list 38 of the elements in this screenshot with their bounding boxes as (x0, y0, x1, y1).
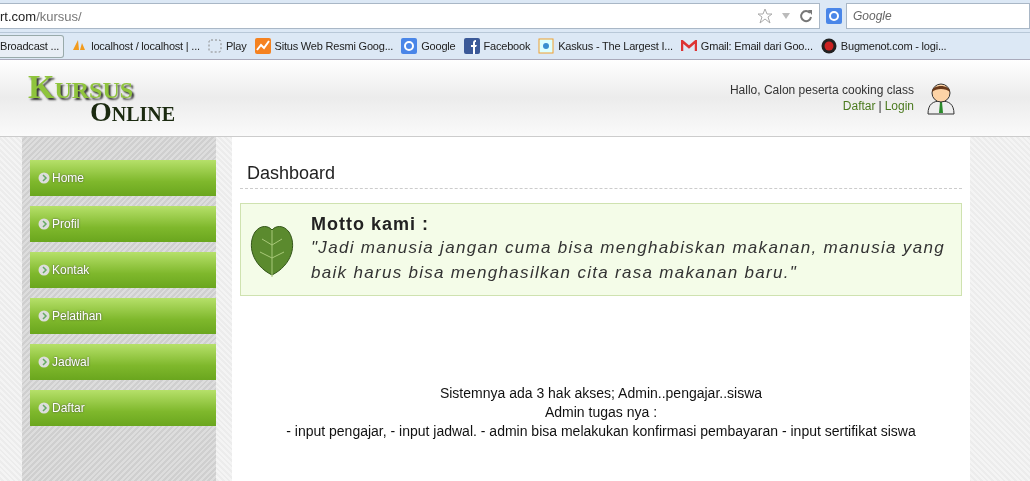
description-text: Sistemnya ada 3 hak akses; Admin..pengajar..siswa (438, 384, 764, 403)
bookmark[interactable]: localhost / localhost | ... (70, 38, 201, 54)
motto-title: Motto kami : (311, 214, 430, 235)
chevron-icon (38, 310, 50, 322)
bookmark[interactable]: Play (206, 39, 248, 53)
page-icon (207, 39, 222, 53)
description-text: - input pengajar, - input jadwal. - admin bisa melakukan konfirmasi pembayaran - input sertifikat siswa (285, 422, 917, 441)
star-icon[interactable] (757, 8, 773, 24)
mail-icon (680, 40, 697, 52)
bookmark[interactable]: Kaskus - The Largest I... (537, 38, 674, 54)
dropdown-icon[interactable] (781, 12, 791, 20)
bookmark[interactable]: Situs Web Resmi Goog... (253, 38, 395, 54)
facebook-icon (463, 38, 480, 54)
bookmark[interactable]: Google (400, 38, 457, 54)
chevron-icon (38, 218, 50, 230)
separator-text: | (878, 99, 882, 113)
register-link[interactable]: Daftar (842, 99, 876, 113)
login-link[interactable]: Login (884, 99, 914, 113)
user-avatar-icon (926, 81, 956, 115)
page-title: Dashboard (240, 163, 962, 189)
address-field[interactable]: rt.com/kursus/ (0, 3, 820, 29)
description-text: Admin tugas nya : (543, 403, 659, 422)
chevron-icon (38, 172, 50, 184)
chevron-icon (38, 264, 50, 276)
search-field[interactable]: Google (846, 3, 1030, 29)
url-text: rt.com/kursus/ (0, 8, 83, 24)
chevron-icon (38, 356, 50, 368)
google-icon (401, 38, 418, 54)
bookmark[interactable]: Gmail: Email dari Goo... (679, 40, 814, 52)
reload-icon[interactable] (799, 9, 813, 23)
chevron-icon (38, 402, 50, 414)
bookmark[interactable]: Bugmenot.com - logi... (819, 38, 948, 54)
bookmark[interactable]: Broadcast ... (0, 34, 65, 58)
bookmark[interactable]: Facebook (462, 38, 532, 54)
google-icon[interactable] (826, 8, 842, 24)
motto-quote: "Jadi manusia jangan cuma bisa menghabiskan makanan, manusia yang baik harus bisa menghasilkan cita rasa makanan baru." (311, 237, 946, 284)
chart-icon (254, 38, 271, 54)
greeting-text: Hallo, Calon peserta cooking class (729, 83, 914, 97)
